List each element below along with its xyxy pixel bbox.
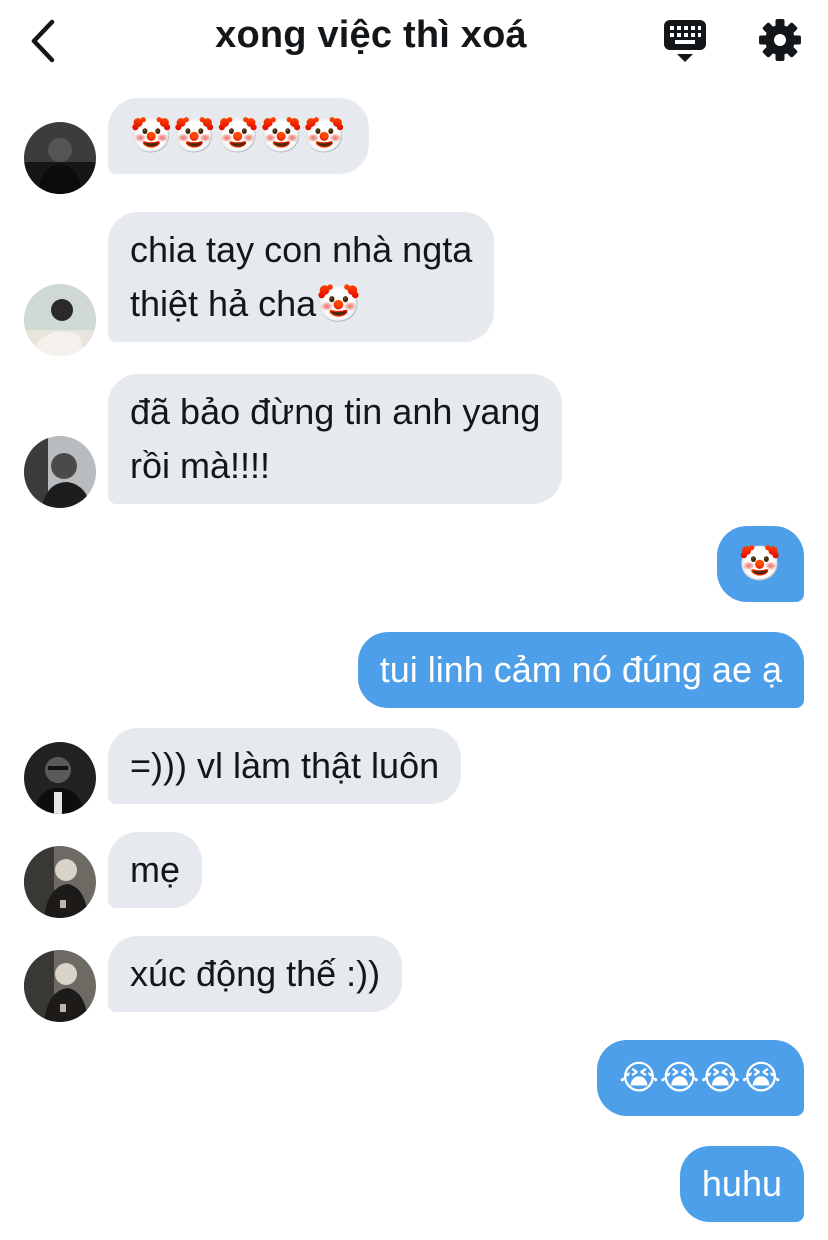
avatar[interactable] [24, 742, 96, 814]
message-bubble[interactable]: xúc động thế :)) [108, 936, 403, 1012]
message-row-outgoing: huhu [0, 1146, 828, 1234]
avatar[interactable] [24, 284, 96, 356]
message-bubble[interactable]: =))) vl làm thật luôn [108, 728, 462, 804]
message-bubble[interactable]: 🤡 [716, 526, 804, 602]
chat-header: xong việc thì xoá [0, 0, 828, 82]
avatar[interactable] [24, 950, 96, 1022]
message-bubble[interactable]: chia tay con nhà ngta thiệt hả cha🤡 [108, 212, 495, 342]
keyboard-icon [664, 20, 706, 62]
avatar[interactable] [24, 436, 96, 508]
message-row-incoming: mẹ [0, 832, 828, 920]
message-bubble[interactable]: huhu [679, 1146, 804, 1222]
gear-icon [759, 19, 801, 61]
message-bubble[interactable]: 😭😭😭😭 [597, 1040, 804, 1116]
avatar[interactable] [24, 846, 96, 918]
message-bubble[interactable]: mẹ [108, 832, 203, 908]
message-row-incoming: 🤡🤡🤡🤡🤡 [0, 98, 828, 196]
message-bubble[interactable]: 🤡🤡🤡🤡🤡 [108, 98, 369, 174]
message-bubble[interactable]: tui linh cảm nó đúng ae ạ [357, 632, 804, 708]
settings-button[interactable] [756, 16, 804, 64]
keyboard-toggle-button[interactable] [662, 18, 708, 64]
message-row-outgoing: tui linh cảm nó đúng ae ạ [0, 632, 828, 720]
message-row-incoming: xúc động thế :)) [0, 936, 828, 1024]
message-row-outgoing: 🤡 [0, 526, 828, 624]
message-row-outgoing: 😭😭😭😭 [0, 1040, 828, 1138]
message-bubble[interactable]: đã bảo đừng tin anh yang rồi mà!!!! [108, 374, 563, 504]
message-row-incoming: đã bảo đừng tin anh yang rồi mà!!!! [0, 374, 828, 510]
message-row-incoming: chia tay con nhà ngta thiệt hả cha🤡 [0, 212, 828, 358]
avatar[interactable] [24, 122, 96, 194]
message-row-incoming: =))) vl làm thật luôn [0, 728, 828, 816]
